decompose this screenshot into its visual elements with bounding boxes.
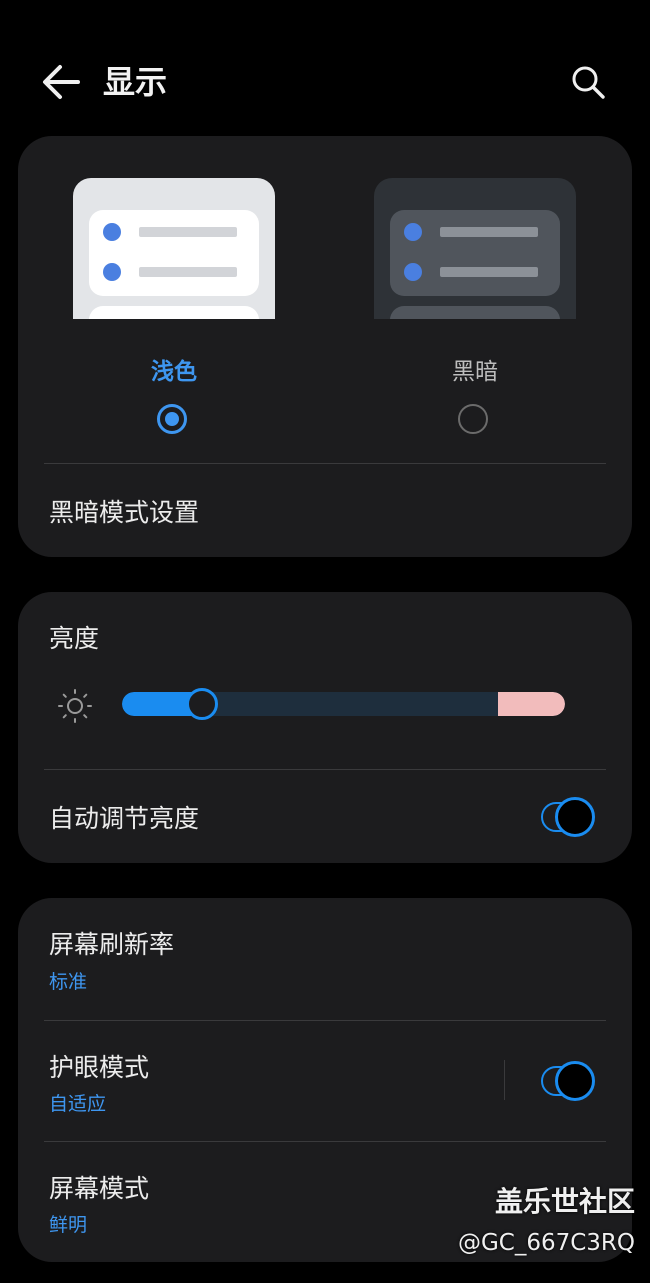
toggle-knob [555, 797, 595, 837]
brightness-title: 亮度 [49, 624, 100, 653]
dark-theme-radio[interactable] [458, 404, 488, 434]
light-theme-label: 浅色 [151, 359, 197, 385]
eye-comfort-value: 自适应 [49, 1093, 107, 1115]
dark-theme-label: 黑暗 [452, 359, 498, 385]
light-theme-radio[interactable] [157, 404, 187, 434]
preview-panel [390, 210, 560, 296]
preview-dot [404, 223, 422, 241]
brightness-slider-cap [498, 692, 565, 716]
back-button[interactable] [38, 62, 84, 102]
divider [44, 769, 606, 770]
arrow-left-icon [43, 65, 80, 99]
refresh-rate-value: 标准 [49, 971, 88, 993]
screen-mode-label: 屏幕模式 [49, 1174, 150, 1203]
screen-mode-value: 鲜明 [49, 1214, 88, 1236]
search-button[interactable] [568, 62, 608, 102]
divider [44, 1141, 606, 1142]
eye-comfort-label: 护眼模式 [49, 1053, 150, 1082]
refresh-rate-label: 屏幕刷新率 [49, 930, 175, 959]
watermark-user: @GC_667C3RQ [457, 1230, 635, 1256]
brightness-card: 亮度 自动调节亮度 [18, 592, 632, 863]
auto-brightness-label: 自动调节亮度 [49, 804, 200, 833]
page-title: 显示 [103, 63, 168, 101]
brightness-slider-thumb[interactable] [186, 688, 218, 720]
preview-dot [103, 223, 121, 241]
preview-panel [89, 306, 259, 319]
vertical-separator [504, 1060, 505, 1100]
eye-comfort-toggle[interactable] [541, 1061, 595, 1101]
light-theme-preview[interactable] [73, 178, 275, 319]
sun-icon [58, 689, 92, 723]
dark-theme-preview[interactable] [374, 178, 576, 319]
theme-card: 浅色 黑暗 黑暗模式设置 [18, 136, 632, 557]
preview-dot [103, 263, 121, 281]
divider [44, 1020, 606, 1021]
preview-panel [89, 210, 259, 296]
toggle-knob [555, 1061, 595, 1101]
preview-line [139, 227, 237, 237]
preview-line [440, 267, 538, 277]
preview-line [139, 267, 237, 277]
divider [44, 463, 606, 464]
dark-mode-settings-item[interactable]: 黑暗模式设置 [49, 496, 199, 530]
preview-panel [390, 306, 560, 319]
preview-line [440, 227, 538, 237]
preview-dot [404, 263, 422, 281]
auto-brightness-toggle[interactable] [541, 797, 595, 837]
watermark-site: 盖乐世社区 [494, 1185, 635, 1218]
search-icon [572, 66, 605, 99]
top-bar: 显示 [0, 40, 650, 124]
